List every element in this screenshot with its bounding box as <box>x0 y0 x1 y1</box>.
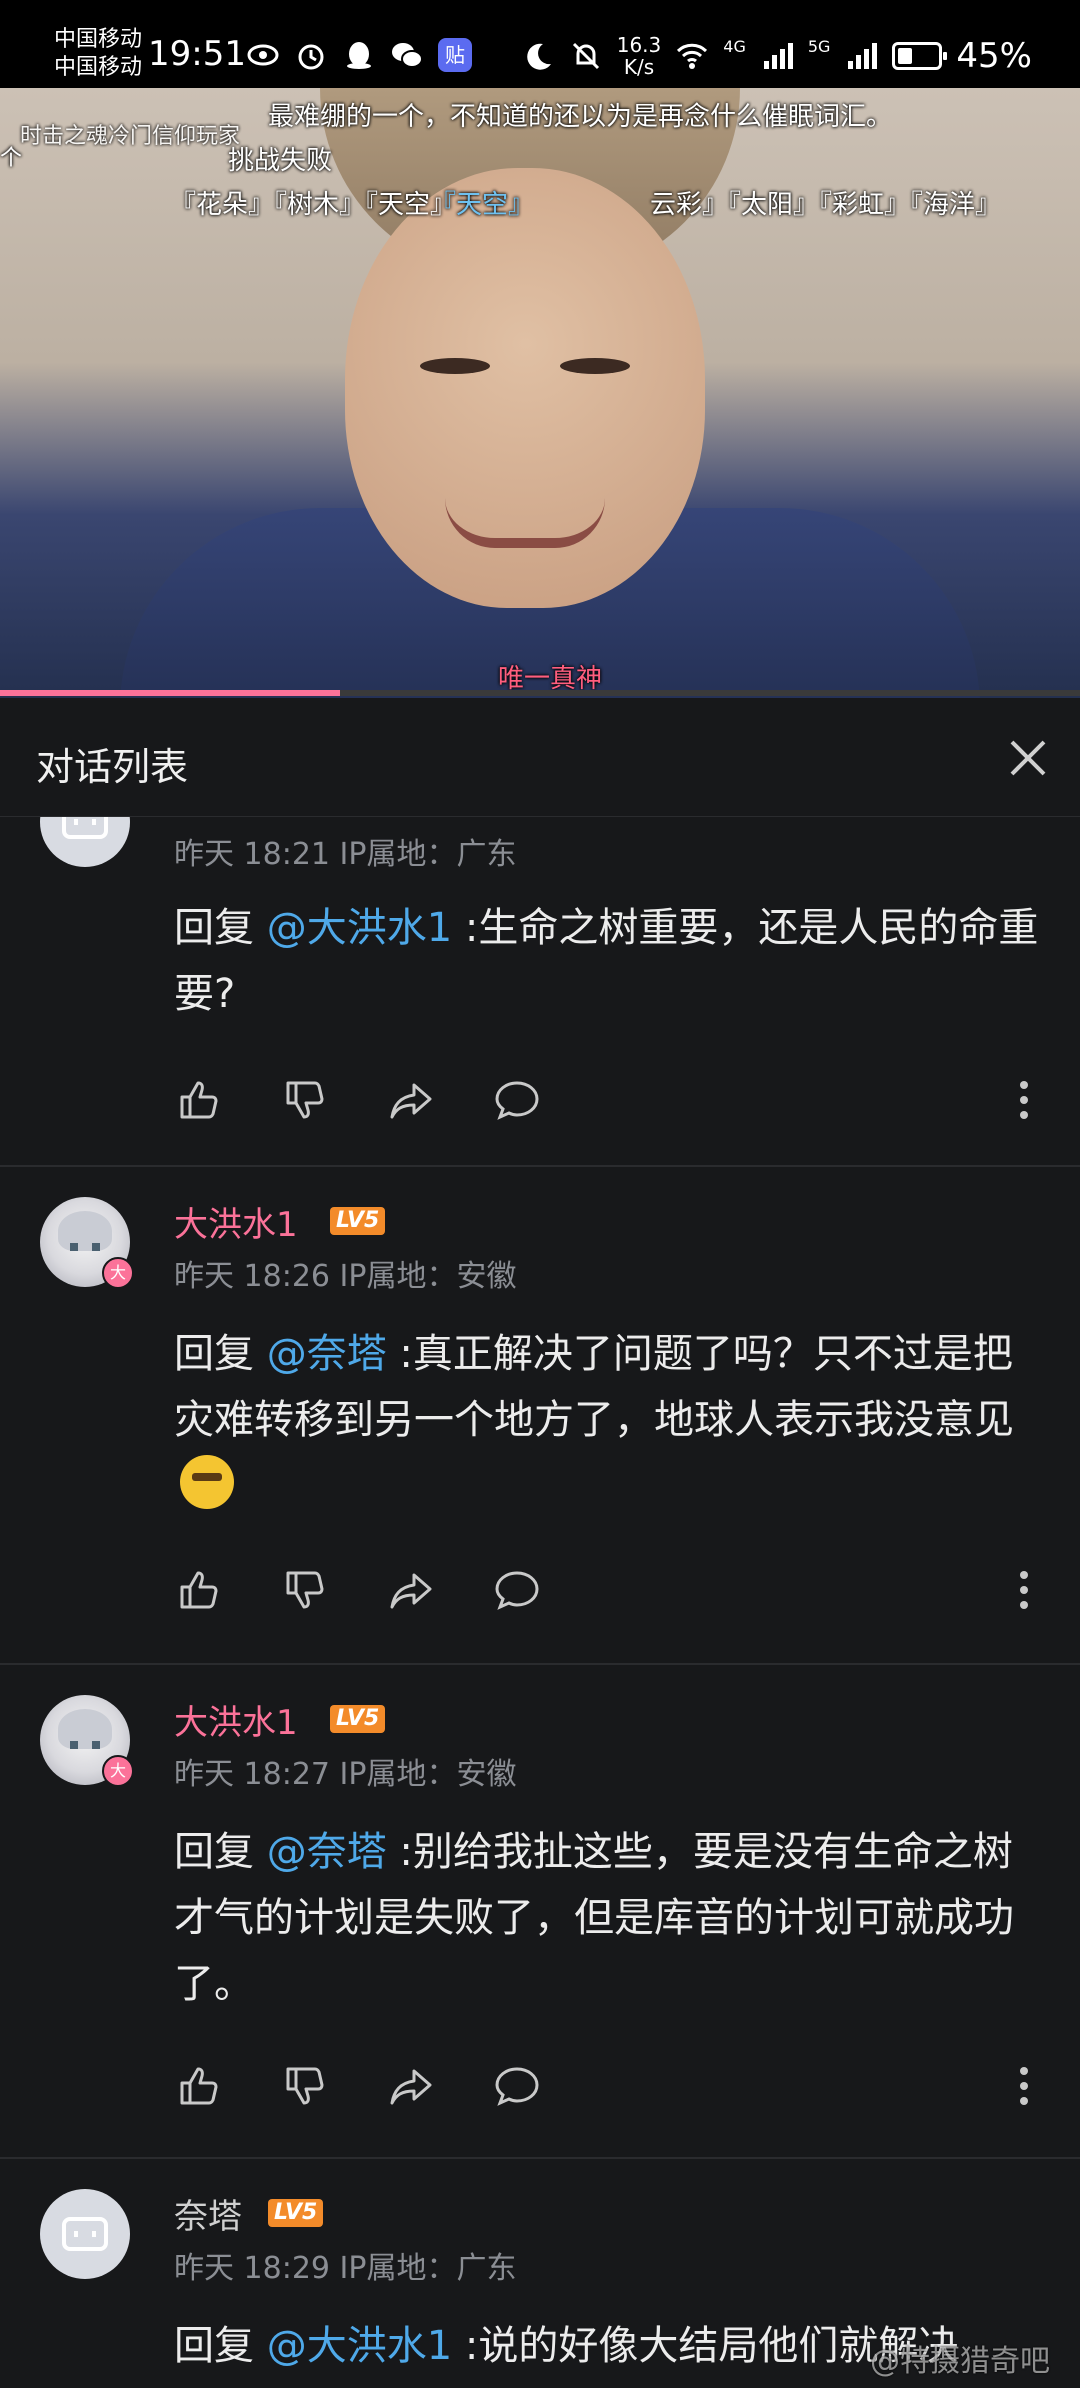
video-frame-eye <box>560 358 630 374</box>
avatar-badge: 大 <box>102 1257 134 1289</box>
comment-actions <box>174 1565 1044 1615</box>
carrier-info: 中国移动 中国移动 <box>54 26 142 82</box>
danmaku-item: 挑战失败 <box>228 146 333 176</box>
video-frame-mouth <box>445 498 605 548</box>
battery-icon <box>892 42 948 70</box>
like-icon[interactable] <box>174 2061 224 2111</box>
wechat-icon <box>392 43 423 68</box>
system-status: 16.3 K/s 4G 5G 45% <box>521 34 1032 78</box>
comment-divider <box>0 1165 1080 1167</box>
reply-icon[interactable] <box>492 2061 542 2111</box>
username[interactable]: 奈塔 <box>174 2189 242 2238</box>
comment-meta: 昨天 18:27 IP属地：安徽 <box>174 1757 517 1792</box>
network-speed: 16.3 K/s <box>617 34 662 78</box>
dialog-list-header: 对话列表 <box>0 698 1080 817</box>
more-options-icon[interactable] <box>1004 1075 1044 1125</box>
video-frame-eye <box>420 358 490 374</box>
dislike-icon[interactable] <box>280 1075 330 1125</box>
mention-link[interactable]: @大洪水1 <box>267 2323 452 2369</box>
eye-icon <box>247 44 279 66</box>
comment-actions <box>174 2061 1044 2111</box>
avatar[interactable] <box>40 2189 130 2279</box>
danmaku-item: 时击之魂冷门信仰玩家 <box>20 124 241 149</box>
panel-title: 对话列表 <box>36 745 189 789</box>
comment-meta: 昨天 18:26 IP属地：安徽 <box>174 1259 517 1294</box>
clock: 19:51 <box>148 34 246 74</box>
signal-4g-icon <box>763 43 793 69</box>
network-speed-value: 16.3 <box>616 33 662 57</box>
video-player[interactable]: 最难绷的一个，不知道的还以为是再念什么催眠词汇。 时击之魂冷门信仰玩家 个 挑战… <box>0 88 1080 698</box>
username[interactable]: 大洪水1 <box>174 1197 298 1246</box>
close-icon[interactable] <box>998 728 1058 788</box>
level-badge: LV5 <box>330 1705 386 1733</box>
dislike-icon[interactable] <box>280 2061 330 2111</box>
danmaku-item: 最难绷的一个，不知道的还以为是再念什么催眠词汇。 <box>268 102 893 132</box>
mute-bell-icon <box>572 42 599 70</box>
danmaku-item: 个 <box>0 146 23 171</box>
status-bar: 中国移动 中国移动 19:51 贴 16.3 K/s 4G 5G 45% <box>0 0 1080 88</box>
avatar[interactable] <box>40 817 130 867</box>
share-icon[interactable] <box>386 1565 436 1615</box>
level-badge: LV5 <box>268 2199 324 2227</box>
like-icon[interactable] <box>174 1565 224 1615</box>
moon-icon <box>526 43 551 70</box>
mention-link[interactable]: @奈塔 <box>267 1829 387 1875</box>
more-options-icon[interactable] <box>1004 1565 1044 1615</box>
danmaku-item: 『天空』 <box>430 190 535 220</box>
video-progress-bar[interactable] <box>0 690 1080 696</box>
carrier-2: 中国移动 <box>54 55 143 80</box>
reply-prefix: 回复 <box>174 1829 267 1875</box>
danmaku-item: 云彩』『太阳』『彩虹』『海洋』 <box>650 190 1002 220</box>
reply-icon[interactable] <box>492 1075 542 1125</box>
network-4g-label: 4G <box>723 36 746 56</box>
carrier-1: 中国移动 <box>54 27 143 52</box>
comment-list[interactable]: 昨天 18:21 IP属地：广东 回复 @大洪水1 :生命之树重要，还是人民的命… <box>0 817 1080 2388</box>
comment-actions <box>174 1075 1044 1125</box>
mention-link[interactable]: @奈塔 <box>267 1331 387 1377</box>
comment-meta: 昨天 18:21 IP属地：广东 <box>174 837 517 872</box>
watermark: @特摄猎奇吧 <box>870 2344 1050 2379</box>
more-options-icon[interactable] <box>1004 2061 1044 2111</box>
notification-icons: 贴 <box>246 38 472 72</box>
comment-content: 回复 @大洪水1 :生命之树重要，还是人民的命重要? <box>174 895 1044 1027</box>
danmaku-item: 『花朵』『树木』『天空』 <box>170 190 457 220</box>
like-icon[interactable] <box>174 1075 224 1125</box>
share-icon[interactable] <box>386 2061 436 2111</box>
alarm-icon <box>298 44 324 70</box>
reply-prefix: 回复 <box>174 2323 267 2369</box>
comment-divider <box>0 2157 1080 2159</box>
battery-percent: 45% <box>956 36 1032 76</box>
tieba-app-icon: 贴 <box>438 38 472 72</box>
mention-link[interactable]: @大洪水1 <box>267 905 452 951</box>
comment-content: 回复 @奈塔 :别给我扯这些，要是没有生命之树才气的计划是失败了，但是库音的计划… <box>174 1819 1044 2017</box>
network-5g-label: 5G <box>807 36 831 56</box>
qq-icon <box>347 42 371 69</box>
reply-icon[interactable] <box>492 1565 542 1615</box>
wifi-icon <box>677 43 708 69</box>
signal-5g-icon <box>848 43 878 69</box>
facepalm-emoji-icon <box>180 1455 234 1509</box>
battery-level <box>898 48 913 64</box>
dislike-icon[interactable] <box>280 1565 330 1615</box>
video-progress-fill <box>0 690 341 696</box>
reply-prefix: 回复 <box>174 1331 267 1377</box>
username[interactable]: 大洪水1 <box>174 1695 298 1744</box>
reply-prefix: 回复 <box>174 905 267 951</box>
comment-divider <box>0 1663 1080 1665</box>
comment-content: 回复 @奈塔 :真正解决了问题了吗？只不过是把灾难转移到另一个地方了，地球人表示… <box>174 1321 1044 1519</box>
share-icon[interactable] <box>386 1075 436 1125</box>
level-badge: LV5 <box>330 1207 386 1235</box>
comment-meta: 昨天 18:29 IP属地：广东 <box>174 2251 517 2286</box>
network-speed-unit: K/s <box>623 55 655 79</box>
avatar-badge: 大 <box>102 1755 134 1787</box>
